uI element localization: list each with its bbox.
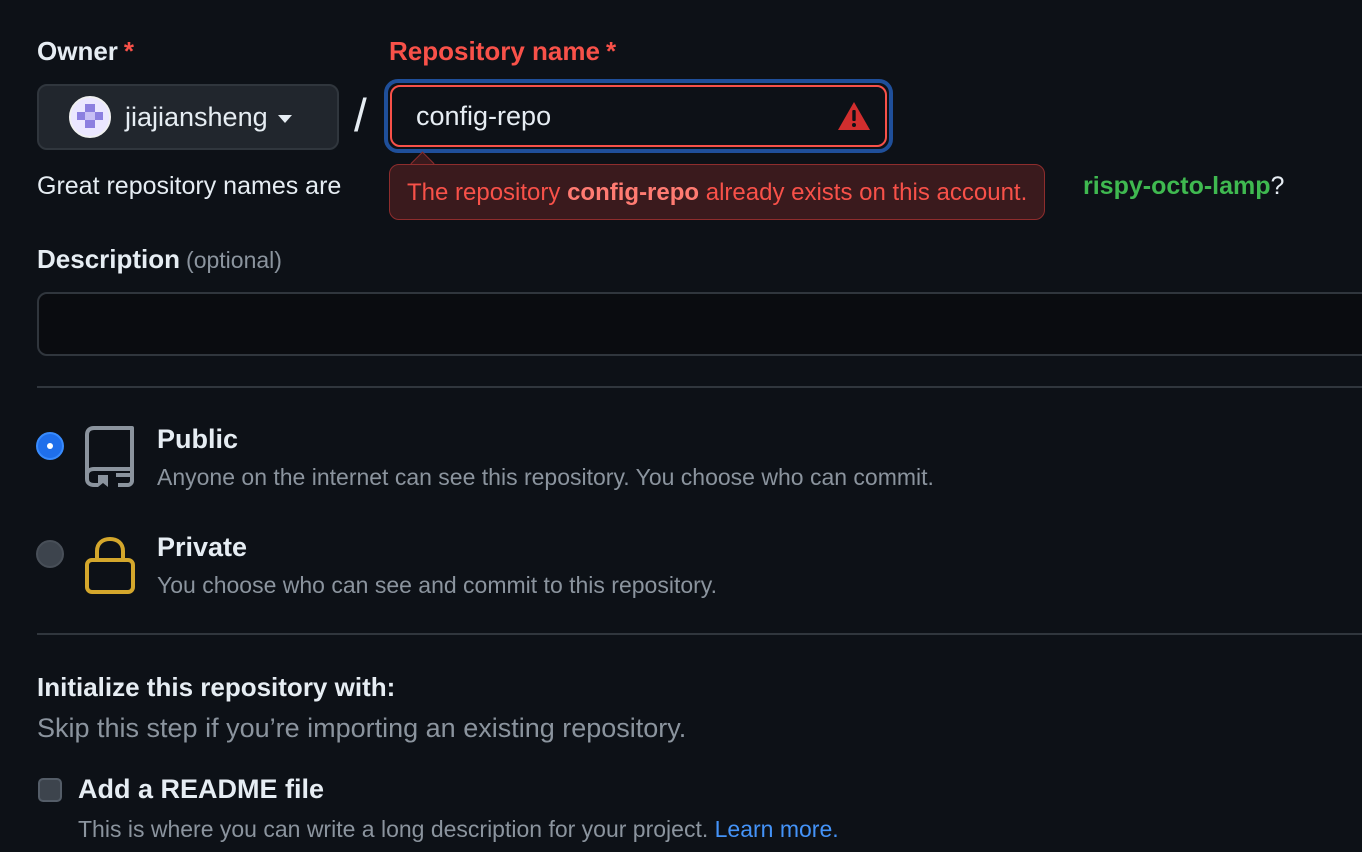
lock-icon (85, 536, 135, 594)
private-description: You choose who can see and commit to thi… (157, 572, 717, 598)
public-description: Anyone on the internet can see this repo… (157, 464, 934, 490)
private-title: Private (157, 532, 248, 562)
repo-name-input[interactable] (390, 85, 887, 147)
suggestion-trailing: ? (1270, 172, 1285, 200)
readme-description-text: This is where you can write a long descr… (78, 816, 709, 842)
chevron-down-icon (277, 115, 292, 123)
owner-required-mark: * (123, 36, 135, 66)
public-title: Public (157, 424, 239, 454)
public-radio[interactable] (36, 432, 64, 460)
owner-label-text: Owner (37, 36, 118, 66)
divider (37, 386, 1362, 388)
description-label-text: Description (37, 244, 181, 274)
repo-name-hint: Great repository names are (37, 172, 342, 200)
owner-select-button[interactable]: jiajiansheng (37, 84, 339, 150)
initialize-title: Initialize this repository with: (37, 672, 396, 702)
repo-name-label: Repository name * (389, 36, 616, 67)
suggestion-link[interactable]: rispy-octo-lamp (1083, 172, 1271, 200)
repo-book-icon (85, 426, 134, 487)
divider (37, 633, 1362, 635)
optional-tag: (optional) (186, 247, 282, 273)
avatar (69, 96, 111, 138)
readme-description: This is where you can write a long descr… (78, 816, 839, 843)
private-radio[interactable] (36, 540, 64, 568)
description-input[interactable] (37, 292, 1362, 356)
readme-title: Add a README file (78, 774, 325, 804)
repo-name-label-text: Repository name (389, 36, 600, 66)
learn-more-link[interactable]: Learn more. (715, 816, 839, 842)
repo-name-field-focus-ring (384, 79, 893, 153)
owner-label: Owner * (37, 36, 134, 67)
error-repo-name: config-repo (567, 179, 700, 206)
readme-checkbox[interactable] (38, 778, 62, 802)
description-label: Description (optional) (37, 244, 282, 275)
error-tooltip: The repository config-repo already exist… (389, 164, 1046, 220)
error-suffix: already exists on this account. (699, 179, 1028, 206)
repo-name-required-mark: * (605, 36, 617, 66)
initialize-subtitle: Skip this step if you’re importing an ex… (37, 713, 687, 743)
alert-triangle-icon (838, 102, 870, 130)
owner-repo-separator: / (354, 89, 367, 141)
repo-name-suggestion: rispy-octo-lamp? (1083, 172, 1284, 201)
identicon-icon (71, 98, 109, 136)
owner-name: jiajiansheng (125, 101, 268, 132)
error-prefix: The repository (407, 179, 568, 206)
